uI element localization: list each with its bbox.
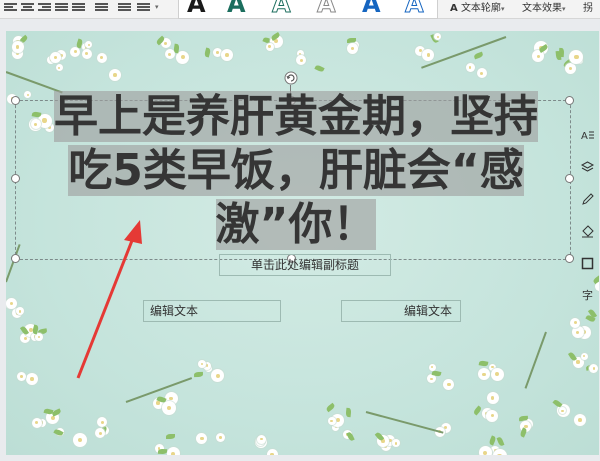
arrow-shaft bbox=[76, 232, 137, 379]
annotation-arrow bbox=[76, 220, 142, 379]
arrow-head bbox=[124, 220, 142, 244]
